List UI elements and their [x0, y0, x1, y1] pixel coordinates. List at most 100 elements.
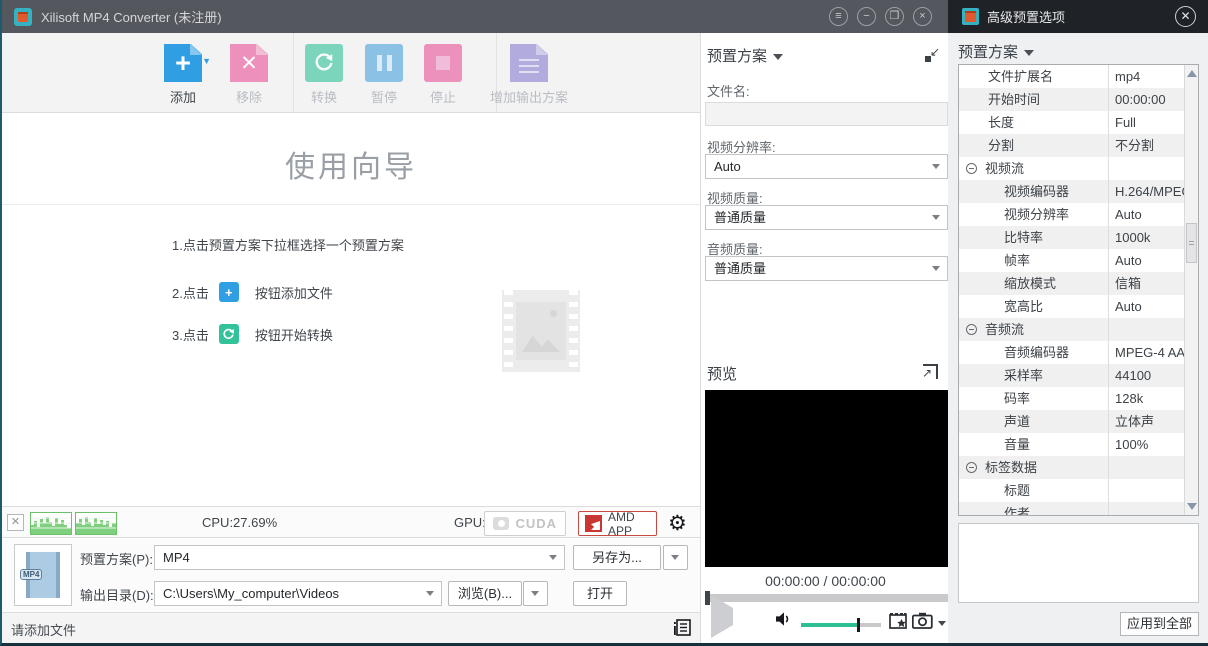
collapse-section-icon[interactable]	[966, 462, 977, 473]
save-as-dropdown-button[interactable]	[663, 545, 688, 570]
setting-label: 音频编码器	[1004, 341, 1069, 364]
chevron-down-icon[interactable]	[932, 215, 940, 220]
table-row[interactable]: 作者	[959, 502, 1184, 516]
table-row[interactable]: 视频编码器 H.264/MPEG	[959, 180, 1184, 203]
add-profile-button[interactable]: 增加输出方案	[465, 44, 593, 106]
preset-combobox[interactable]: MP4	[154, 545, 565, 570]
chevron-down-icon[interactable]	[549, 555, 557, 560]
menu-button[interactable]: ≡	[829, 7, 848, 26]
main-titlebar[interactable]: Xilisoft MP4 Converter (未注册) ≡ − ❐ ×	[2, 0, 948, 33]
table-row[interactable]: 缩放模式 信箱	[959, 272, 1184, 295]
setting-value[interactable]: 信箱	[1108, 272, 1184, 295]
save-as-button[interactable]: 另存为...	[573, 545, 661, 570]
table-row[interactable]: 音频流	[959, 318, 1184, 341]
scroll-down-icon[interactable]	[1187, 503, 1197, 510]
setting-value[interactable]: 44100	[1108, 364, 1184, 387]
advanced-preset-header[interactable]: 预置方案	[958, 41, 1034, 62]
table-row[interactable]: 码率 128k	[959, 387, 1184, 410]
table-row[interactable]: 比特率 1000k	[959, 226, 1184, 249]
close-button[interactable]: ×	[913, 7, 932, 26]
setting-value[interactable]	[1108, 318, 1184, 341]
table-row[interactable]: 开始时间 00:00:00	[959, 88, 1184, 111]
collapse-section-icon[interactable]	[966, 163, 977, 174]
volume-icon[interactable]	[775, 611, 793, 632]
advanced-settings-table[interactable]: 文件扩展名 mp4 开始时间 00:00:00 长度 Full	[958, 64, 1199, 516]
volume-handle[interactable]	[857, 618, 860, 632]
collapse-panel-icon[interactable]	[925, 47, 940, 62]
setting-value[interactable]: 00:00:00	[1108, 88, 1184, 111]
volume-slider[interactable]	[801, 623, 881, 627]
table-row[interactable]: 采样率 44100	[959, 364, 1184, 387]
setting-value[interactable]: mp4	[1108, 65, 1184, 88]
setting-value[interactable]: Auto	[1108, 249, 1184, 272]
add-dropdown-caret-icon[interactable]: ▼	[202, 56, 211, 66]
expand-preview-icon[interactable]	[923, 364, 938, 379]
scrollbar-thumb[interactable]	[1186, 223, 1197, 263]
convert-button[interactable]: 转换	[292, 44, 356, 106]
audio-quality-combobox[interactable]: 普通质量	[705, 256, 948, 281]
divider	[2, 204, 700, 205]
seek-bar[interactable]	[705, 594, 948, 602]
remove-button[interactable]: ✕ 移除	[217, 44, 281, 106]
table-row[interactable]: 帧率 Auto	[959, 249, 1184, 272]
bookmark-frame-icon[interactable]	[889, 612, 908, 634]
setting-value[interactable]: 100%	[1108, 433, 1184, 456]
close-icon[interactable]: ✕	[1175, 6, 1196, 27]
snapshot-dropdown-caret-icon[interactable]	[938, 621, 946, 626]
output-dir-combobox[interactable]: C:\Users\My_computer\Videos	[154, 581, 442, 606]
add-mini-icon: +	[219, 282, 239, 302]
browse-dropdown-button[interactable]	[523, 581, 548, 606]
table-row[interactable]: 文件扩展名 mp4	[959, 65, 1184, 88]
apply-to-all-button[interactable]: 应用到全部	[1120, 612, 1199, 636]
snapshot-camera-icon[interactable]	[912, 612, 933, 634]
setting-value[interactable]	[1108, 502, 1184, 516]
preset-panel-header[interactable]: 预置方案	[707, 45, 783, 66]
play-button[interactable]	[711, 608, 733, 626]
setting-value[interactable]	[1108, 456, 1184, 479]
collapse-section-icon[interactable]	[966, 324, 977, 335]
setting-value[interactable]: Auto	[1108, 295, 1184, 318]
table-row[interactable]: 音量 100%	[959, 433, 1184, 456]
scroll-up-icon[interactable]	[1187, 70, 1197, 77]
advanced-titlebar[interactable]: 高级预置选项 ✕	[948, 0, 1208, 33]
table-row[interactable]: 视频流	[959, 157, 1184, 180]
file-list-icon[interactable]	[674, 619, 691, 639]
setting-value[interactable]: Auto	[1108, 203, 1184, 226]
setting-label: 采样率	[1004, 364, 1043, 387]
maximize-button[interactable]: ❐	[885, 7, 904, 26]
table-row[interactable]: 视频分辨率 Auto	[959, 203, 1184, 226]
pause-button[interactable]: 暂停	[352, 44, 416, 106]
setting-value[interactable]: 128k	[1108, 387, 1184, 410]
table-row[interactable]: 音频编码器 MPEG-4 AAC	[959, 341, 1184, 364]
add-button[interactable]: + ▼ 添加	[151, 44, 215, 106]
gear-icon[interactable]: ⚙	[668, 511, 687, 536]
filename-input[interactable]	[705, 102, 948, 126]
table-row[interactable]: 标题	[959, 479, 1184, 502]
cuda-toggle-button[interactable]: CUDA	[484, 511, 566, 536]
setting-value[interactable]: 1000k	[1108, 226, 1184, 249]
seek-handle[interactable]	[705, 591, 710, 605]
table-row[interactable]: 宽高比 Auto	[959, 295, 1184, 318]
setting-value[interactable]: MPEG-4 AAC	[1108, 341, 1184, 364]
hide-performance-button[interactable]: ✕	[7, 514, 24, 531]
chevron-down-icon[interactable]	[932, 266, 940, 271]
minimize-button[interactable]: −	[857, 7, 876, 26]
setting-value[interactable]: 不分割	[1108, 134, 1184, 157]
amd-app-toggle-button[interactable]: AMD APP	[578, 511, 657, 536]
browse-button[interactable]: 浏览(B)...	[448, 581, 522, 606]
table-row[interactable]: 分割 不分割	[959, 134, 1184, 157]
chevron-down-icon[interactable]	[932, 164, 940, 169]
setting-value[interactable]: H.264/MPEG	[1108, 180, 1184, 203]
table-row[interactable]: 声道 立体声	[959, 410, 1184, 433]
table-scrollbar[interactable]	[1184, 65, 1198, 515]
video-quality-combobox[interactable]: 普通质量	[705, 205, 948, 230]
chevron-down-icon[interactable]	[426, 591, 434, 596]
setting-value[interactable]: 立体声	[1108, 410, 1184, 433]
setting-value[interactable]	[1108, 479, 1184, 502]
table-row[interactable]: 长度 Full	[959, 111, 1184, 134]
resolution-combobox[interactable]: Auto	[705, 154, 948, 179]
setting-value[interactable]	[1108, 157, 1184, 180]
table-row[interactable]: 标签数据	[959, 456, 1184, 479]
open-button[interactable]: 打开	[573, 581, 627, 606]
setting-value[interactable]: Full	[1108, 111, 1184, 134]
